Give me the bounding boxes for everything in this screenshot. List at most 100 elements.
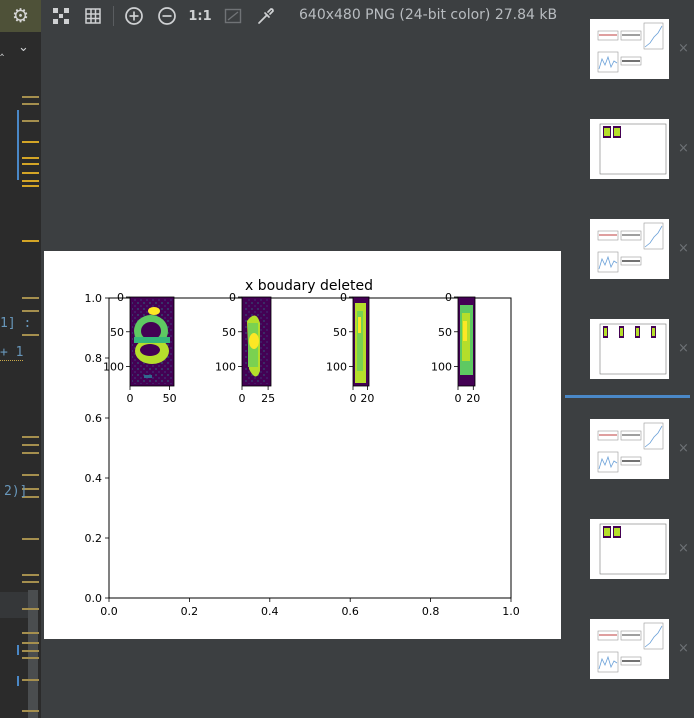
tick-label: 25 <box>261 392 275 405</box>
close-icon[interactable]: × <box>678 441 689 456</box>
tick-label: 0.6 <box>85 412 103 425</box>
grid-icon[interactable] <box>82 5 104 27</box>
background-icon[interactable] <box>222 5 244 27</box>
fit-window-icon[interactable] <box>50 5 72 27</box>
tick-label: 0.8 <box>85 352 103 365</box>
scroll-mark <box>22 120 39 122</box>
gear-icon[interactable]: ⚙ <box>0 0 41 32</box>
scroll-mark <box>22 679 39 681</box>
scroll-mark <box>22 141 39 143</box>
thumbnail-1[interactable] <box>590 19 669 79</box>
close-icon[interactable]: × <box>678 141 689 156</box>
tick-label: 0.2 <box>85 532 103 545</box>
scroll-mark <box>22 163 39 165</box>
change-bar <box>17 110 19 180</box>
zoom-in-icon[interactable] <box>123 5 145 27</box>
scroll-mark <box>22 632 39 634</box>
tick-label: 0 <box>350 392 357 405</box>
subplot-1 <box>129 296 175 387</box>
subplot-4 <box>457 296 476 387</box>
subplot-2 <box>241 296 272 387</box>
tick-label: 0.4 <box>261 605 279 618</box>
close-icon[interactable]: × <box>678 641 689 656</box>
tick-label: 50 <box>222 326 236 339</box>
code-fragment: 1] : <box>0 316 32 331</box>
tick-label: 0.4 <box>85 472 103 485</box>
scroll-mark <box>22 657 39 659</box>
tick-label: 0 <box>445 291 452 304</box>
scroll-mark <box>22 538 39 540</box>
thumbnail-3[interactable] <box>590 219 669 279</box>
tick-label: 0 <box>340 291 347 304</box>
scroll-mark <box>22 574 39 576</box>
thumbnail-2[interactable] <box>590 119 669 179</box>
scroll-mark <box>22 642 39 644</box>
image-preview: x boudary deleted 0.0 0.2 0.4 0.6 0.8 1.0 0.0… <box>44 251 561 639</box>
tick-label: 0 <box>229 291 236 304</box>
tick-label: 50 <box>163 392 177 405</box>
color-picker-icon[interactable] <box>255 5 277 27</box>
tick-label: 100 <box>326 361 347 374</box>
thumbnail-7[interactable] <box>590 619 669 679</box>
scroll-mark <box>22 157 39 159</box>
tick-label: 100 <box>431 361 452 374</box>
editor-gutter: ⚙ ‸ ⌄ 1] : + 1 2)] <box>0 0 41 718</box>
tick-label: 1.0 <box>85 292 103 305</box>
scroll-mark <box>22 436 39 438</box>
thumbnail-5[interactable] <box>590 419 669 479</box>
chevron-down-icon[interactable]: ⌄ <box>18 40 29 55</box>
collapse-left-icon[interactable]: ‸ <box>0 42 16 56</box>
code-fragment: 2)] <box>4 484 28 499</box>
image-info: 640x480 PNG (24-bit color) 27.84 kB <box>299 7 558 23</box>
tick-label: 0 <box>127 392 134 405</box>
scroll-mark <box>22 297 39 299</box>
thumbnail-4[interactable] <box>590 319 669 379</box>
scroll-mark <box>22 474 39 476</box>
scroll-mark <box>22 710 39 712</box>
change-bar <box>17 676 19 686</box>
selection-indicator <box>565 395 690 398</box>
tick-label: 1.0 <box>502 605 520 618</box>
tick-label: 100 <box>103 361 124 374</box>
scroll-mark <box>22 103 39 105</box>
close-icon[interactable]: × <box>678 41 689 56</box>
close-icon[interactable]: × <box>678 341 689 356</box>
figure-title: x boudary deleted <box>245 278 373 294</box>
scroll-mark <box>22 581 39 583</box>
current-line <box>0 592 28 618</box>
tick-label: 20 <box>360 392 374 405</box>
scroll-mark <box>22 650 39 652</box>
tick-label: 0 <box>455 392 462 405</box>
scroll-mark <box>22 444 39 446</box>
scroll-mark <box>22 185 39 187</box>
tick-label: 100 <box>215 361 236 374</box>
thumbnail-6[interactable] <box>590 519 669 579</box>
scroll-mark <box>22 240 39 242</box>
actual-size-icon[interactable]: 1:1 <box>188 5 211 27</box>
scroll-mark <box>22 334 39 336</box>
tick-label: 0 <box>117 291 124 304</box>
tick-label: 0.0 <box>85 592 103 605</box>
tick-label: 0.6 <box>341 605 359 618</box>
tick-label: 0 <box>239 392 246 405</box>
tick-label: 50 <box>333 326 347 339</box>
scroll-mark <box>22 608 39 610</box>
tick-label: 50 <box>110 326 124 339</box>
tick-label: 20 <box>466 392 480 405</box>
toolbar-separator <box>113 6 114 26</box>
close-icon[interactable]: × <box>678 241 689 256</box>
code-fragment: + 1 <box>0 345 24 361</box>
scroll-mark <box>22 172 39 174</box>
tick-label: 0.8 <box>422 605 440 618</box>
scroll-mark <box>22 180 39 182</box>
tick-label: 0.0 <box>100 605 118 618</box>
scroll-mark <box>22 310 39 312</box>
subplot-3 <box>352 296 370 387</box>
scroll-mark <box>22 452 39 454</box>
close-icon[interactable]: × <box>678 541 689 556</box>
tick-label: 0.2 <box>181 605 199 618</box>
scroll-mark <box>22 96 39 98</box>
change-bar <box>17 645 19 655</box>
zoom-out-icon[interactable] <box>156 5 178 27</box>
tick-label: 50 <box>438 326 452 339</box>
